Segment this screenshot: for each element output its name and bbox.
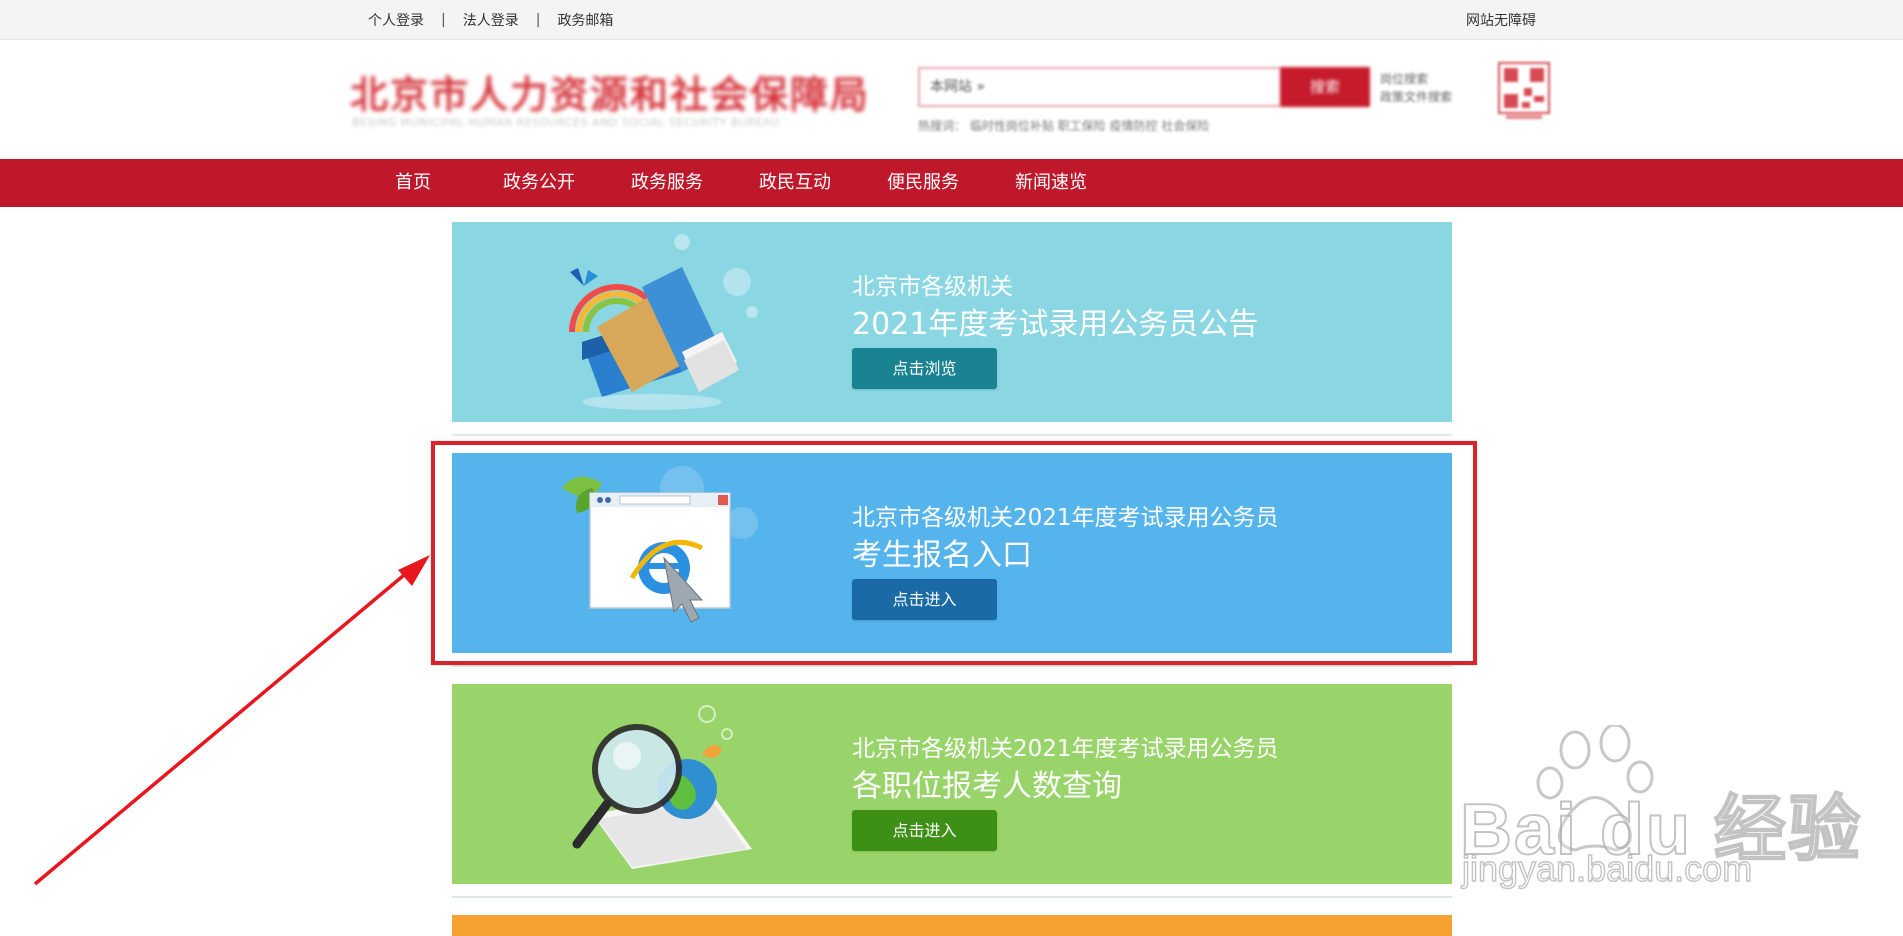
- divider: [452, 896, 1452, 898]
- hot-words-list[interactable]: 临时性岗位补贴 职工保险 疫情防控 社会保险: [970, 119, 1209, 133]
- browser-window-illustration: [562, 466, 758, 623]
- banner-announcement[interactable]: 北京市各级机关 2021年度考试录用公务员公告 点击浏览: [452, 222, 1452, 422]
- main-nav: 首页 政务公开 政务服务 政民互动 便民服务 新闻速览: [0, 159, 1903, 207]
- banner-line2: 2021年度考试录用公务员公告: [852, 307, 1259, 342]
- search-button[interactable]: 搜索: [1280, 67, 1370, 107]
- divider: [452, 665, 1452, 667]
- nav-home[interactable]: 首页: [395, 159, 431, 207]
- watermark-url: jingyan.baidu.com: [1461, 847, 1753, 889]
- top-bar: 个人登录 | 法人登录 | 政务邮箱 网站无障碍: [0, 0, 1903, 40]
- nav-interaction[interactable]: 政民互动: [759, 159, 831, 207]
- banner-line1: 北京市各级机关: [852, 274, 1013, 300]
- personal-login-link[interactable]: 个人登录: [368, 10, 424, 30]
- enter-registration-button[interactable]: 点击进入: [852, 579, 997, 620]
- browse-button[interactable]: 点击浏览: [852, 348, 997, 389]
- hot-words-label: 热搜词：: [918, 119, 967, 133]
- accessibility-link[interactable]: 网站无障碍: [1466, 0, 1536, 40]
- banner-line1: 北京市各级机关2021年度考试录用公务员: [852, 505, 1279, 531]
- enter-query-button[interactable]: 点击进入: [852, 810, 997, 851]
- divider: [452, 434, 1452, 436]
- nav-gov-services[interactable]: 政务服务: [631, 159, 703, 207]
- gov-mail-link[interactable]: 政务邮箱: [557, 10, 613, 30]
- binders-illustration: [569, 234, 758, 410]
- search-bar: 本网站 » 搜索: [918, 67, 1370, 107]
- banner-line2: 各职位报考人数查询: [852, 769, 1122, 804]
- corporate-login-link[interactable]: 法人登录: [463, 10, 519, 30]
- separator: |: [441, 12, 446, 28]
- site-header: 北京市人力资源和社会保障局 BEIJING MUNICIPAL HUMAN RE…: [0, 40, 1903, 159]
- top-links: 个人登录 | 法人登录 | 政务邮箱: [368, 0, 613, 40]
- policy-search-link[interactable]: 政策文件搜索: [1380, 88, 1452, 106]
- search-side-links: 岗位搜索 政策文件搜索: [1380, 70, 1452, 106]
- nav-gov-affairs[interactable]: 政务公开: [503, 159, 575, 207]
- banner-partial[interactable]: [452, 915, 1452, 936]
- org-name-en: BEIJING MUNICIPAL HUMAN RESOURCES AND SO…: [352, 116, 780, 129]
- hot-words: 热搜词： 临时性岗位补贴 职工保险 疫情防控 社会保险: [918, 117, 1209, 134]
- job-search-link[interactable]: 岗位搜索: [1380, 70, 1452, 88]
- search-input[interactable]: 本网站 »: [918, 67, 1280, 107]
- nav-public-services[interactable]: 便民服务: [887, 159, 959, 207]
- banner-line1: 北京市各级机关2021年度考试录用公务员: [852, 736, 1279, 762]
- banner-line2: 考生报名入口: [852, 538, 1032, 573]
- magnifier-globe-illustration: [572, 705, 752, 869]
- banner-applicant-count[interactable]: 北京市各级机关2021年度考试录用公务员 各职位报考人数查询 点击进入: [452, 684, 1452, 884]
- separator: |: [535, 12, 541, 28]
- org-name[interactable]: 北京市人力资源和社会保障局: [350, 64, 870, 119]
- banner-registration[interactable]: 北京市各级机关2021年度考试录用公务员 考生报名入口 点击进入: [452, 453, 1452, 653]
- nav-news[interactable]: 新闻速览: [1015, 159, 1087, 207]
- qr-code-icon[interactable]: [1498, 62, 1550, 120]
